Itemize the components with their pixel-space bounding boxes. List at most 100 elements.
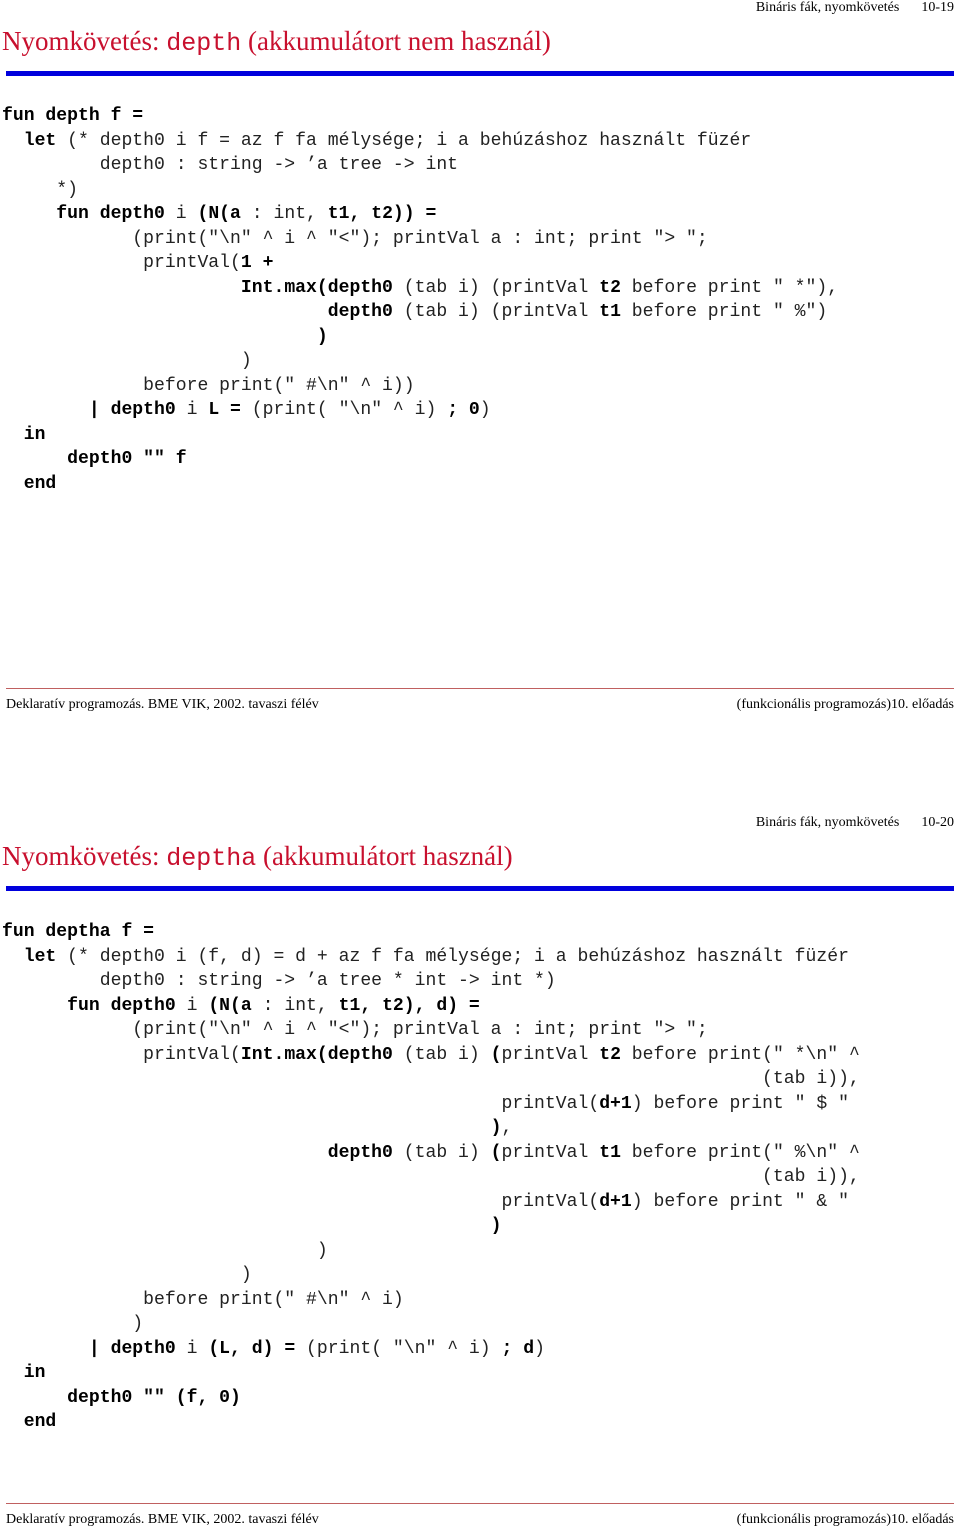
title-rule	[6, 71, 954, 76]
code-line: depth0 (tab i) (printVal t1 before print…	[2, 1141, 860, 1166]
code-line: )	[2, 1214, 860, 1239]
slide-topic: Bináris fák, nyomkövetés 10-19	[756, 0, 954, 16]
code-line: fun deptha f =	[2, 920, 860, 945]
code-keyword: Int.max(depth0	[240, 277, 393, 298]
code-text: )	[2, 1240, 328, 1261]
code-text: (* depth0 i (f, d) = d + az f fa mélység…	[56, 946, 849, 967]
code-keyword: d+1	[599, 1093, 632, 1114]
code-keyword: end	[23, 473, 57, 494]
code-line: )	[2, 1239, 860, 1264]
code-keyword: (	[490, 1142, 502, 1163]
code-text: (tab i)	[392, 1142, 491, 1163]
code-keyword: )	[490, 1118, 502, 1138]
code-keyword: depth0 "" f	[67, 449, 187, 469]
title-code: deptha	[166, 844, 257, 873]
code-line: (tab i)),	[2, 1165, 860, 1190]
code-keyword: in	[23, 1363, 46, 1383]
code-keyword: | depth0	[88, 1338, 176, 1359]
slide-title: Nyomkövetés: deptha (akkumulátort haszná…	[2, 841, 513, 873]
code-text: ) before print " $ "	[631, 1093, 849, 1114]
code-text: (print( "\n" ^ i)	[240, 400, 448, 420]
code-line: fun depth f =	[2, 104, 838, 129]
code-keyword: fun depth f =	[2, 106, 144, 126]
code-text: (tab i)),	[2, 1069, 860, 1089]
code-line: | depth0 i L = (print( "\n" ^ i) ; 0)	[2, 398, 838, 423]
code-line: depth0 : string -> ’a tree * int -> int …	[2, 969, 860, 994]
code-line: fun depth0 i (N(a : int, t1, t2)) =	[2, 202, 838, 227]
code-line: (tab i)),	[2, 1067, 860, 1092]
title-suffix: (akkumulátort nem használ)	[241, 26, 551, 56]
code-text: )	[2, 351, 252, 371]
code-text: before print(" #\n" ^ i))	[2, 375, 415, 396]
code-text: depth0 : string -> ’a tree -> int	[2, 155, 459, 175]
slide-10-19: Bináris fák, nyomkövetés 10-19 Nyomköveté…	[0, 0, 960, 725]
code-line: depth0 "" (f, 0)	[2, 1386, 860, 1411]
code-line: )	[2, 325, 838, 350]
code-keyword: (N(a	[208, 995, 252, 1016]
code-keyword: t1	[599, 1142, 621, 1163]
code-keyword: t2	[599, 277, 621, 298]
code-text: (tab i) (printVal	[392, 302, 600, 322]
code-keyword: fun depth0	[67, 995, 176, 1016]
code-keyword: | depth0	[88, 400, 176, 420]
code-text: before print " *"),	[620, 277, 839, 298]
title-suffix: (akkumulátort használ)	[256, 841, 513, 871]
code-keyword: let	[23, 946, 57, 967]
code-line: depth0 : string -> ’a tree -> int	[2, 153, 838, 178]
code-keyword: t1, t2)) =	[327, 204, 437, 224]
code-keyword: )	[490, 1216, 502, 1236]
code-text: (print("\n" ^ i ^ "<"); printVal a : int…	[2, 228, 708, 249]
code-keyword: d+1	[599, 1191, 632, 1212]
topic-label: Bináris fák, nyomkövetés	[755, 0, 900, 15]
code-line: let (* depth0 i f = az f fa mélysége; i …	[2, 129, 838, 154]
code-text: printVal(	[2, 1093, 600, 1114]
code-line: before print(" #\n" ^ i))	[2, 374, 838, 399]
code-text: : int,	[251, 995, 339, 1016]
footer-rule	[6, 1503, 954, 1504]
slide-title: Nyomkövetés: depth (akkumulátort nem has…	[2, 26, 551, 58]
title-prefix: Nyomkövetés:	[2, 26, 167, 56]
code-text: i	[175, 995, 209, 1016]
code-text: )	[534, 1338, 545, 1359]
code-line: (print("\n" ^ i ^ "<"); printVal a : int…	[2, 227, 838, 252]
code-keyword: L =	[208, 400, 241, 420]
code-line: end	[2, 472, 838, 497]
footer-right: (funkcionális programozás)10. előadás	[736, 1512, 954, 1527]
code-text: *)	[2, 179, 79, 200]
code-text: )	[479, 400, 491, 420]
code-text: )	[2, 1314, 144, 1334]
footer-right: (funkcionális programozás)10. előadás	[736, 697, 954, 712]
code-line: printVal(d+1) before print " & "	[2, 1190, 860, 1215]
code-text: printVal(	[2, 1191, 600, 1212]
slide-10-20: Bináris fák, nyomkövetés 10-20 Nyomköveté…	[0, 815, 960, 1532]
code-keyword: (L, d) =	[208, 1338, 296, 1359]
title-rule	[6, 886, 954, 891]
code-keyword: depth0 "" (f, 0)	[67, 1387, 241, 1408]
code-text: printVal(	[2, 1044, 241, 1065]
code-text: (* depth0 i f = az f fa mélysége; i a be…	[56, 130, 752, 151]
code-text: before print(" *\n" ^	[620, 1044, 860, 1065]
code-line: fun depth0 i (N(a : int, t1, t2), d) =	[2, 994, 860, 1019]
footer-left: Deklaratív programozás. BME VIK, 2002. t…	[6, 1512, 319, 1527]
code-text: ) before print " & "	[631, 1191, 849, 1212]
code-text: (tab i)),	[2, 1167, 860, 1187]
footer-left: Deklaratív programozás. BME VIK, 2002. t…	[6, 697, 319, 712]
code-keyword: 1 +	[240, 253, 274, 273]
code-text: ,	[501, 1118, 513, 1138]
code-line: *)	[2, 178, 838, 203]
slide-number: 10-20	[921, 815, 954, 830]
code-block: fun deptha f = let (* depth0 i (f, d) = …	[2, 920, 860, 1435]
code-text: depth0 : string -> ’a tree * int -> int …	[2, 971, 556, 991]
code-line: )	[2, 1263, 860, 1288]
code-keyword: (N(a	[197, 204, 241, 224]
code-line: depth0 (tab i) (printVal t1 before print…	[2, 300, 838, 325]
code-keyword: ; d	[501, 1338, 535, 1359]
